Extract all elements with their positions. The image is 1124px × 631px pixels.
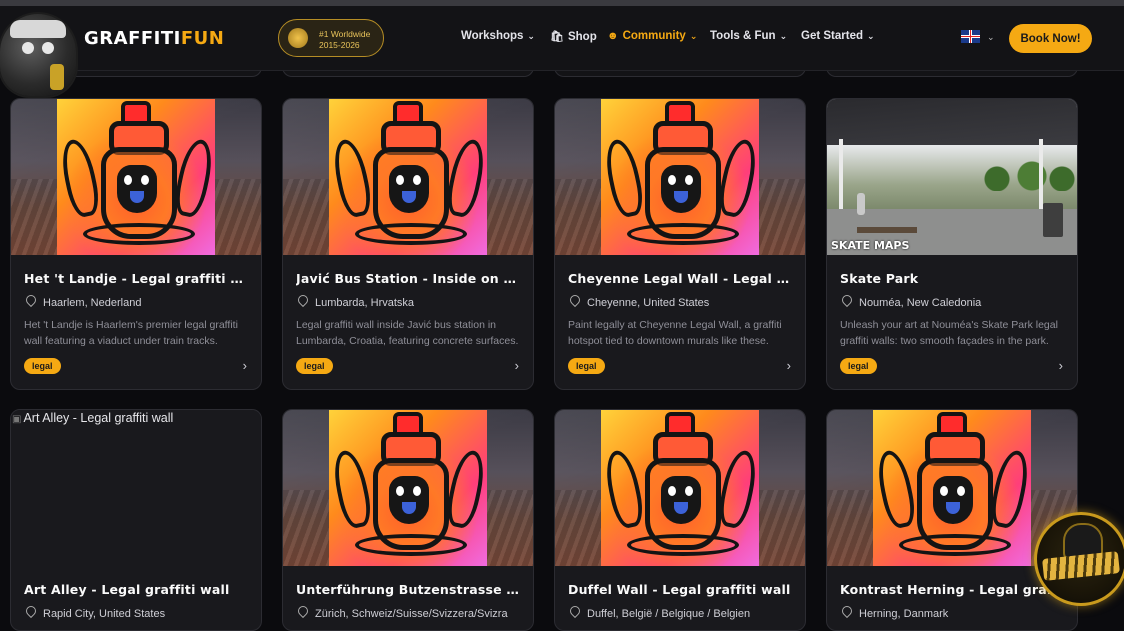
card-title[interactable]: Duffel Wall - Legal graffiti wall — [568, 582, 794, 597]
card-location: Nouméa, New Caledonia — [840, 295, 1066, 309]
map-pin-icon — [568, 295, 583, 308]
skate-park-photo — [827, 99, 1077, 255]
wall-card[interactable]: Javić Bus Station - Inside on the wall L… — [282, 98, 534, 390]
mascot-avatar-icon[interactable] — [1034, 512, 1124, 606]
card-location: Zürich, Schweiz/Suisse/Svizzera/Svizra — [296, 606, 522, 620]
card-image — [555, 410, 805, 566]
wall-card[interactable]: Kontrast Herning - Legal graffiti wall H… — [826, 409, 1078, 631]
brand-name-part1: GRAFFITI — [84, 28, 181, 49]
card-image — [283, 410, 533, 566]
chevron-down-icon: ⌄ — [527, 31, 535, 41]
chevron-right-icon[interactable]: › — [243, 358, 247, 373]
image-alt-text: Art Alley - Legal graffiti wall — [12, 411, 173, 425]
graffiti-can-artwork — [601, 99, 761, 255]
bag-icon: 🛍 — [550, 31, 564, 43]
image-watermark: SKATE MAPS — [831, 239, 910, 252]
nav-tools-fun[interactable]: Tools & Fun ⌄ — [710, 30, 787, 42]
nav-workshops-label: Workshops — [461, 30, 524, 42]
nav-shop-label: Shop — [567, 31, 597, 43]
card-location: Herning, Danmark — [840, 606, 1066, 620]
mascot-logo-icon[interactable] — [0, 14, 76, 96]
card-description: Paint legally at Cheyenne Legal Wall, a … — [568, 319, 782, 347]
tag-badge[interactable]: legal — [840, 358, 877, 374]
chevron-right-icon[interactable]: › — [787, 358, 791, 373]
wall-card[interactable]: Cheyenne Legal Wall - Legal graffiti wal… — [554, 98, 806, 390]
card-image — [555, 99, 805, 255]
nav-get-started-label: Get Started — [801, 30, 863, 42]
site-header: GRAFFITIFUN #1 Worldwide 2015-2026 Works… — [0, 6, 1124, 96]
uk-flag-icon[interactable] — [961, 30, 980, 43]
card-title[interactable]: Skate Park — [840, 271, 1066, 286]
tag-badge[interactable]: legal — [24, 358, 61, 374]
chevron-right-icon[interactable]: › — [515, 358, 519, 373]
card-title[interactable]: Javić Bus Station - Inside on the wall — [296, 271, 522, 286]
wall-card[interactable]: Art Alley - Legal graffiti wall Art Alle… — [10, 409, 262, 631]
graffiti-can-artwork — [329, 99, 489, 255]
card-title[interactable]: Art Alley - Legal graffiti wall — [24, 582, 250, 597]
card-title[interactable]: Het 't Landje - Legal graffiti wall — [24, 271, 250, 286]
map-pin-icon — [840, 295, 855, 308]
language-chevron-down-icon[interactable]: ⌄ — [987, 32, 995, 43]
graffiti-can-artwork — [57, 99, 217, 255]
broken-image: Art Alley - Legal graffiti wall — [11, 410, 261, 566]
map-pin-icon — [296, 606, 311, 619]
card-image — [283, 99, 533, 255]
tag-badge[interactable]: legal — [568, 358, 605, 374]
nav-community[interactable]: ☻ Community ⌄ — [607, 30, 697, 42]
map-pin-icon — [24, 606, 39, 619]
chevron-right-icon[interactable]: › — [1059, 358, 1063, 373]
wall-card[interactable]: Het 't Landje - Legal graffiti wall Haar… — [10, 98, 262, 390]
book-now-button[interactable]: Book Now! — [1009, 24, 1092, 53]
brand-name-part2: FUN — [180, 28, 225, 49]
card-title[interactable]: Kontrast Herning - Legal graffiti wall — [840, 582, 1066, 597]
card-location: Haarlem, Nederland — [24, 295, 250, 309]
map-pin-icon — [840, 606, 855, 619]
card-location: Duffel, België / Belgique / Belgien — [568, 606, 794, 620]
map-pin-icon — [24, 295, 39, 308]
map-pin-icon — [568, 606, 583, 619]
nav-workshops[interactable]: Workshops ⌄ — [461, 30, 535, 42]
card-description: Het 't Landje is Haarlem's premier legal… — [24, 319, 238, 347]
nav-get-started[interactable]: Get Started ⌄ — [801, 30, 875, 42]
card-location: Cheyenne, United States — [568, 295, 794, 309]
users-icon: ☻ — [607, 30, 619, 42]
map-pin-icon — [296, 295, 311, 308]
medal-icon — [288, 28, 308, 48]
graffiti-can-artwork — [329, 410, 489, 566]
card-description: Unleash your art at Nouméa's Skate Park … — [840, 319, 1058, 347]
card-location: Rapid City, United States — [24, 606, 250, 620]
award-years: 2015-2026 — [319, 40, 360, 50]
wall-card[interactable]: Unterführung Butzenstrasse - Legal graff… — [282, 409, 534, 631]
card-title[interactable]: Unterführung Butzenstrasse - Legal graff… — [296, 582, 522, 597]
chevron-down-icon: ⌄ — [689, 31, 698, 41]
nav-tools-label: Tools & Fun — [710, 30, 776, 42]
card-title[interactable]: Cheyenne Legal Wall - Legal graffiti wal… — [568, 271, 794, 286]
tag-badge[interactable]: legal — [296, 358, 333, 374]
award-title: #1 Worldwide — [319, 29, 371, 39]
wall-card[interactable]: Duffel Wall - Legal graffiti wall Duffel… — [554, 409, 806, 631]
chevron-down-icon: ⌄ — [867, 31, 875, 41]
card-description: Legal graffiti wall inside Javić bus sta… — [296, 319, 519, 347]
graffiti-can-artwork — [873, 410, 1033, 566]
wall-card[interactable]: SKATE MAPS Skate Park Nouméa, New Caledo… — [826, 98, 1078, 390]
card-image: SKATE MAPS — [827, 99, 1077, 255]
card-location: Lumbarda, Hrvatska — [296, 295, 522, 309]
card-image: Art Alley - Legal graffiti wall — [11, 410, 261, 566]
award-badge: #1 Worldwide 2015-2026 — [278, 19, 384, 57]
brand-logo-text[interactable]: GRAFFITIFUN — [84, 28, 224, 49]
card-image — [11, 99, 261, 255]
nav-shop[interactable]: 🛍 Shop — [550, 30, 597, 43]
chevron-down-icon: ⌄ — [779, 31, 788, 41]
nav-community-label: Community — [622, 30, 686, 42]
graffiti-can-artwork — [601, 410, 761, 566]
